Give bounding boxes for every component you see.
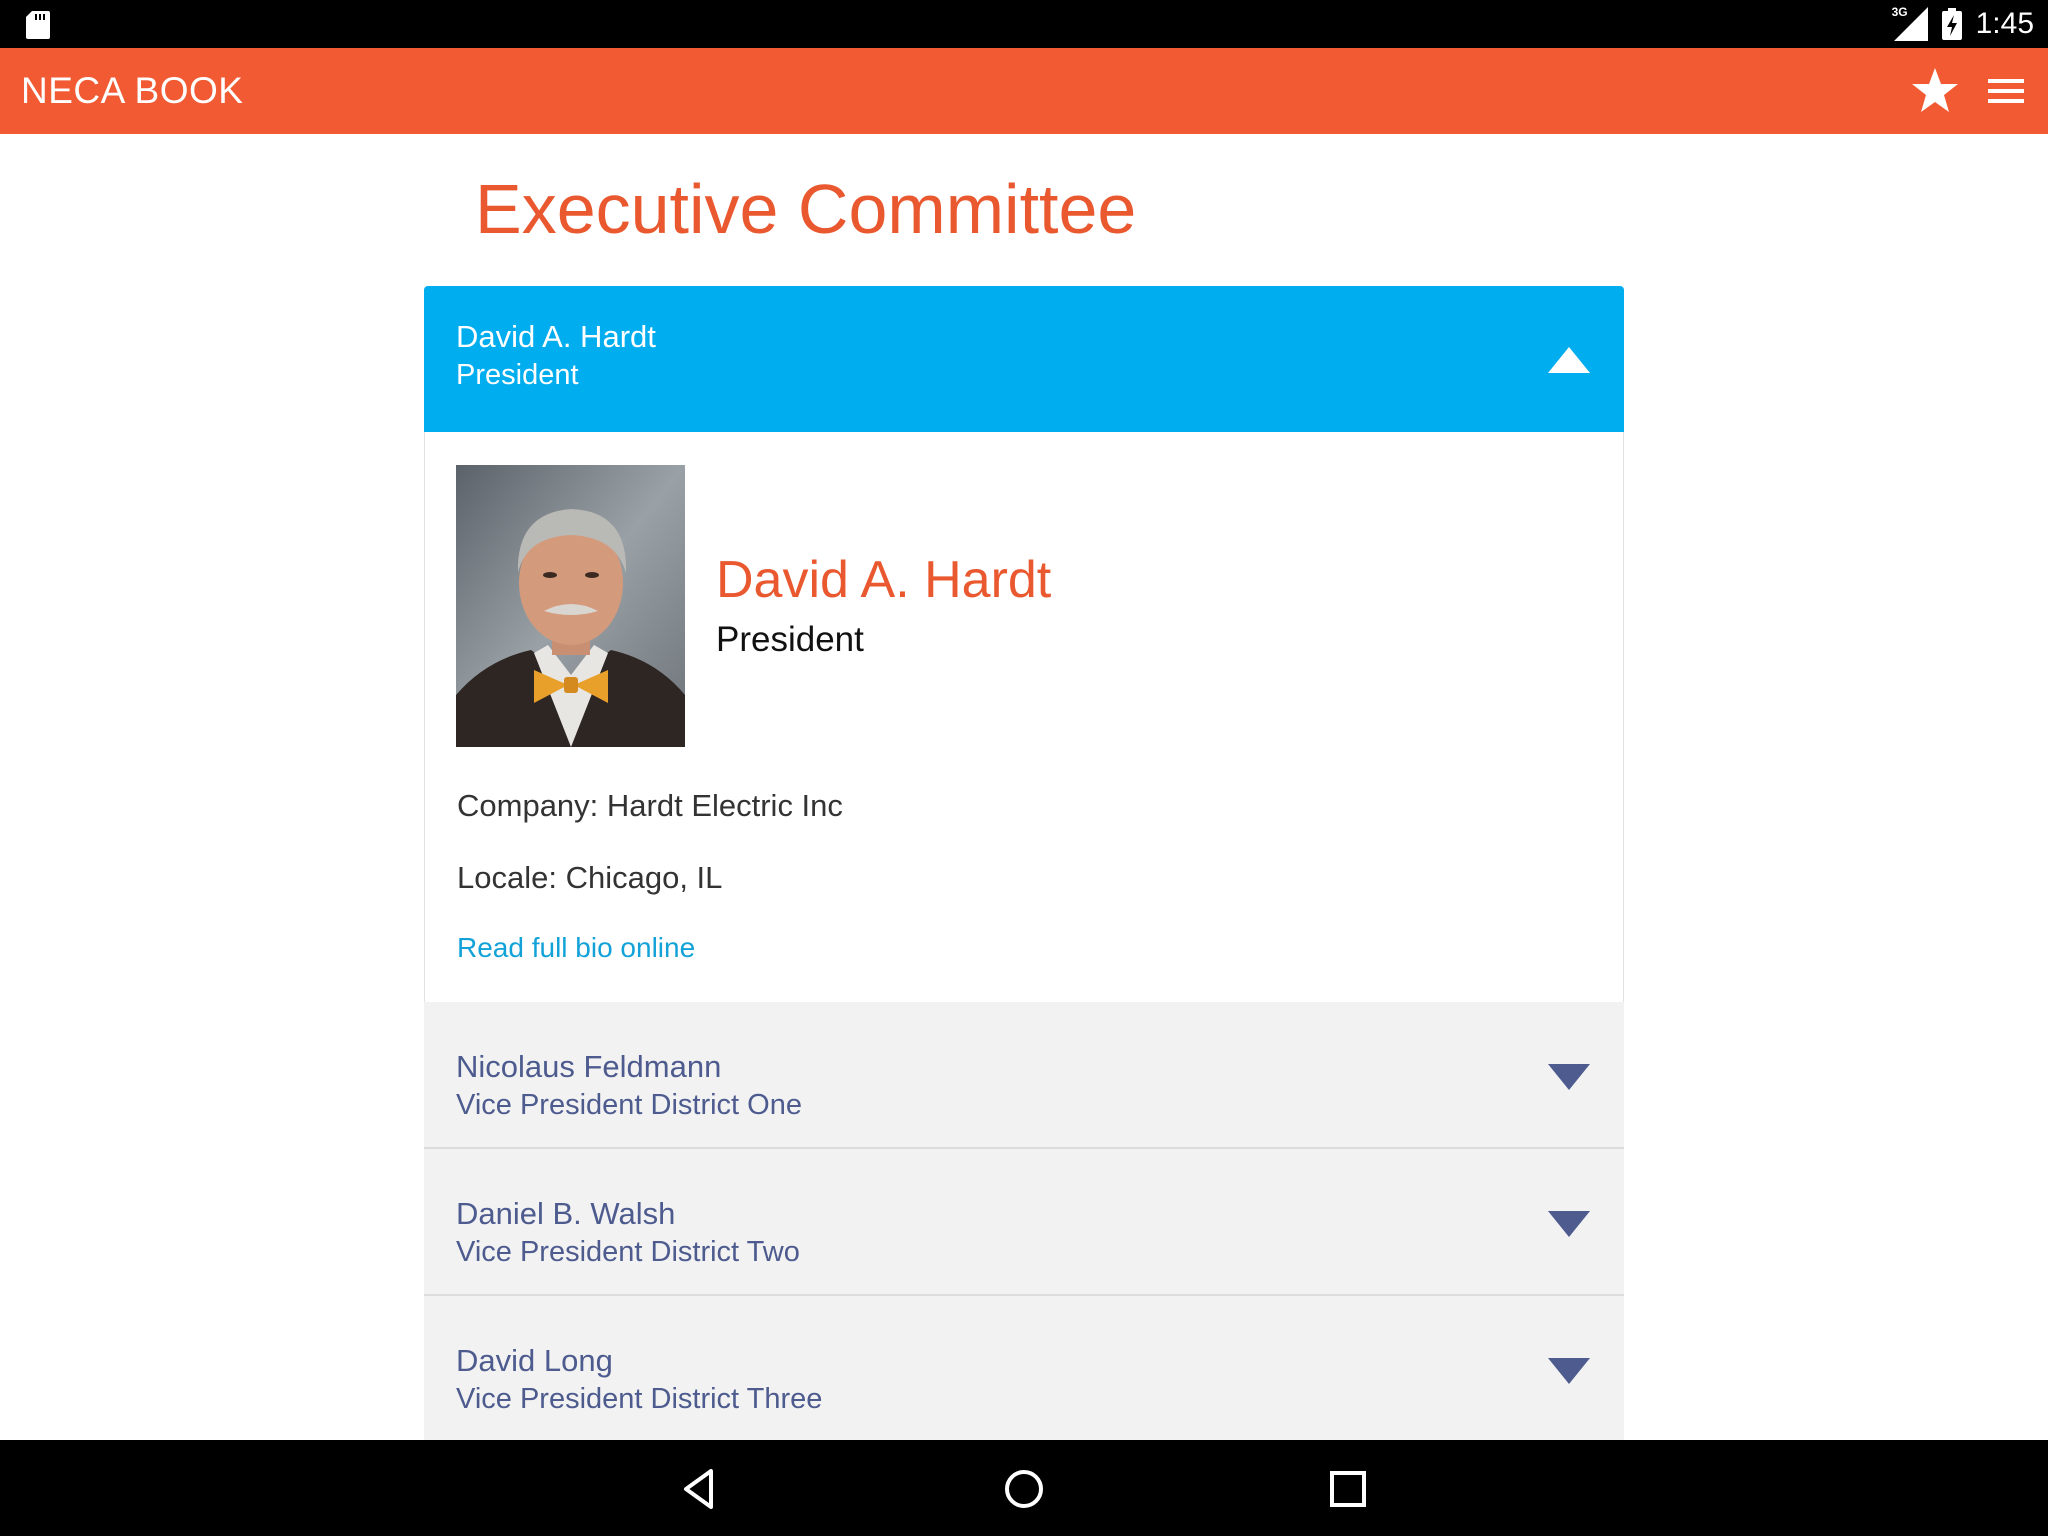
status-bar: 3G 1:45	[0, 0, 2048, 48]
member-name: Daniel B. Walsh	[456, 1196, 676, 1231]
page-title: Executive Committee	[475, 170, 1137, 248]
accordion-header-david-hardt[interactable]: David A. Hardt President	[424, 286, 1624, 432]
app-title: NECA BOOK	[21, 70, 244, 111]
recents-icon[interactable]	[1323, 1464, 1373, 1514]
clock: 1:45	[1975, 7, 2034, 40]
menu-icon[interactable]	[1988, 72, 2024, 110]
app-bar: NECA BOOK	[0, 48, 2048, 134]
detail-role: President	[716, 620, 864, 659]
chevron-down-icon	[1548, 1211, 1590, 1237]
member-name: David A. Hardt	[456, 319, 656, 354]
member-role: Vice President District Three	[456, 1383, 823, 1415]
member-name: David Long	[456, 1343, 613, 1378]
sd-card-icon	[26, 11, 50, 39]
member-accordion: David A. Hardt President David A. Hardt …	[424, 286, 1624, 1443]
accordion-header-nicolaus-feldmann[interactable]: Nicolaus Feldmann Vice President Distric…	[424, 1002, 1624, 1149]
chevron-up-icon	[1548, 347, 1590, 373]
detail-name: David A. Hardt	[716, 551, 1052, 609]
member-role: President	[456, 359, 579, 391]
accordion-header-david-long[interactable]: David Long Vice President District Three	[424, 1296, 1624, 1443]
member-role: Vice President District Two	[456, 1236, 800, 1268]
signal-icon: 3G	[1891, 5, 1928, 41]
chevron-down-icon	[1548, 1064, 1590, 1090]
member-name: Nicolaus Feldmann	[456, 1049, 722, 1084]
network-type: 3G	[1891, 5, 1908, 19]
detail-company: Company: Hardt Electric Inc	[457, 788, 843, 823]
accordion-header-daniel-walsh[interactable]: Daniel B. Walsh Vice President District …	[424, 1149, 1624, 1296]
battery-icon	[1941, 8, 1962, 40]
star-icon[interactable]	[1910, 66, 1960, 116]
home-icon[interactable]	[999, 1464, 1049, 1514]
back-icon[interactable]	[676, 1464, 726, 1514]
navigation-bar	[0, 1440, 2048, 1536]
detail-locale: Locale: Chicago, IL	[457, 860, 723, 895]
member-detail-panel: David A. Hardt President Company: Hardt …	[424, 432, 1624, 1002]
member-photo	[456, 465, 685, 747]
read-bio-link[interactable]: Read full bio online	[457, 932, 695, 964]
member-role: Vice President District One	[456, 1089, 802, 1121]
chevron-down-icon	[1548, 1358, 1590, 1384]
